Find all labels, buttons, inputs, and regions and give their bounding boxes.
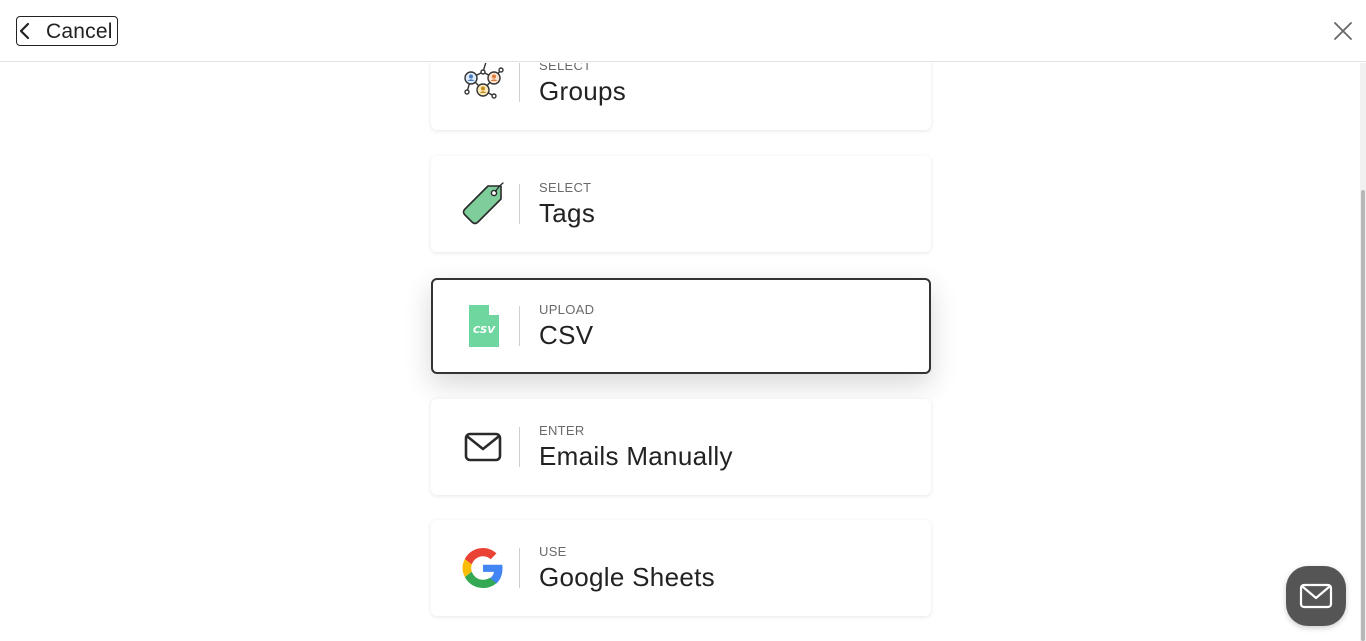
groups-network-icon [464, 63, 504, 99]
option-title: CSV [539, 320, 594, 350]
option-action-label: USE [539, 544, 567, 559]
option-card-tags[interactable]: SELECT Tags [431, 156, 931, 252]
scrollbar-thumb[interactable] [1361, 190, 1365, 641]
option-title: Groups [539, 76, 627, 106]
card-divider [519, 427, 520, 467]
option-action-label: ENTER [539, 423, 585, 438]
option-action-label: SELECT [539, 180, 592, 195]
cancel-label: Cancel [46, 20, 113, 43]
csv-file-icon: CSV [469, 305, 499, 347]
option-title: Google Sheets [539, 562, 715, 592]
svg-text:CSV: CSV [473, 325, 496, 336]
option-card-google-sheets[interactable]: USE Google Sheets [431, 520, 931, 616]
card-divider [519, 548, 520, 588]
chevron-left-icon [19, 22, 30, 40]
mail-icon [1299, 583, 1333, 609]
google-icon [462, 548, 503, 588]
envelope-icon [464, 432, 502, 462]
option-card-emails-manually[interactable]: ENTER Emails Manually [431, 399, 931, 495]
card-divider [519, 184, 520, 224]
tag-icon [462, 182, 504, 225]
card-divider [519, 306, 520, 346]
option-title: Emails Manually [539, 441, 733, 471]
card-divider [519, 63, 520, 102]
top-bar: Cancel [0, 0, 1366, 62]
chat-launcher-button[interactable] [1286, 566, 1346, 626]
option-title: Tags [539, 198, 596, 228]
option-action-label: UPLOAD [539, 302, 595, 317]
option-card-csv[interactable]: CSV UPLOAD CSV [431, 278, 931, 374]
cancel-button[interactable]: Cancel [16, 16, 118, 46]
options-scroll-area[interactable]: SELECT Groups SELECT Tags CSV UPLOAD CSV… [0, 63, 1366, 641]
option-card-groups[interactable]: SELECT Groups [431, 63, 931, 130]
close-icon[interactable] [1333, 21, 1353, 41]
option-action-label: SELECT [539, 63, 592, 73]
